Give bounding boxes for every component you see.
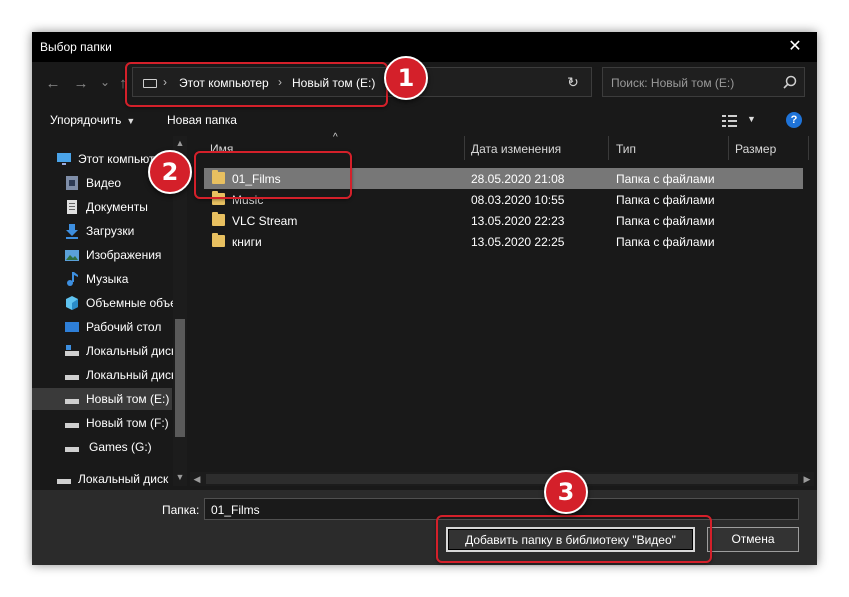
sidebar-item-label: Games (G:) — [89, 440, 152, 454]
sidebar-item-new-volume-f[interactable]: Новый том (F:) — [32, 412, 172, 434]
file-name: книги — [232, 235, 262, 249]
drive-icon — [64, 415, 80, 431]
sidebar-item-label: Локальный диск — [78, 472, 169, 486]
folder-label: Папка: — [162, 503, 200, 517]
music-icon — [64, 271, 80, 287]
folder-icon — [212, 233, 225, 247]
file-type: Папка с файлами — [616, 214, 715, 228]
forward-icon[interactable]: → — [70, 74, 92, 94]
sidebar-item-label: Локальный диск — [86, 344, 177, 358]
sidebar-item-label: Объемные объекты — [86, 296, 187, 310]
new-folder-button[interactable]: Новая папка — [167, 113, 237, 127]
sidebar-item-label: Локальный диск — [86, 368, 177, 382]
sidebar-item-network-disk[interactable]: Локальный диск — [32, 468, 172, 486]
sidebar-item-label: Новый том (E:) — [86, 392, 170, 406]
sidebar-item-3d-objects[interactable]: Объемные объекты — [32, 292, 187, 314]
annotation-badge-2: 2 — [148, 150, 192, 194]
file-type: Папка с файлами — [616, 235, 715, 249]
horizontal-scrollbar[interactable]: ◀ ▶ — [190, 472, 814, 486]
title-bar: Выбор папки ✕ — [32, 32, 817, 62]
folder-name-value: 01_Films — [211, 503, 260, 517]
documents-icon — [64, 199, 80, 215]
view-dropdown-icon[interactable]: ▼ — [747, 114, 756, 124]
drive-icon — [64, 343, 80, 359]
sidebar-item-pictures[interactable]: Изображения — [32, 244, 172, 266]
back-icon[interactable]: ← — [42, 74, 64, 94]
sidebar-item-label: Музыка — [86, 272, 129, 286]
downloads-icon — [64, 223, 80, 239]
folder-icon — [212, 212, 225, 226]
annotation-highlight-address — [125, 62, 388, 107]
column-divider[interactable] — [808, 136, 809, 160]
scroll-down-icon[interactable]: ▼ — [173, 472, 187, 482]
desktop-icon — [64, 319, 80, 335]
cancel-button[interactable]: Отмена — [707, 527, 799, 552]
horizontal-scroll-thumb[interactable] — [206, 474, 798, 484]
search-placeholder[interactable]: Поиск: Новый том (E:) — [611, 76, 734, 90]
refresh-icon[interactable]: ↻ — [562, 71, 584, 93]
sidebar-item-label: Видео — [86, 176, 122, 190]
column-header-type[interactable]: Тип — [616, 142, 636, 166]
column-header-date[interactable]: Дата изменения — [471, 142, 561, 166]
sidebar-item-games-g[interactable]: Games (G:) — [32, 436, 172, 458]
drive-icon — [56, 471, 72, 486]
search-icon[interactable] — [782, 74, 798, 90]
sidebar-item-label: Новый том (F:) — [86, 416, 169, 430]
file-name: VLC Stream — [232, 214, 298, 228]
annotation-highlight-folder — [194, 151, 352, 199]
pictures-icon — [64, 247, 80, 263]
search-box[interactable]: Поиск: Новый том (E:) — [602, 67, 805, 97]
file-type: Папка с файлами — [616, 172, 715, 186]
sidebar-item-music[interactable]: Музыка — [32, 268, 172, 290]
file-type: Папка с файлами — [616, 193, 715, 207]
help-icon[interactable]: ? — [786, 112, 802, 128]
column-divider[interactable] — [608, 136, 609, 160]
file-date: 08.03.2020 10:55 — [471, 193, 565, 207]
window-title: Выбор папки — [40, 40, 112, 54]
annotation-badge-3: 3 — [544, 470, 588, 514]
sidebar-item-documents[interactable]: Документы — [32, 196, 172, 218]
chevron-down-icon: ▼ — [126, 116, 136, 126]
column-header-size[interactable]: Размер — [735, 142, 776, 166]
sidebar-item-label: Рабочий стол — [86, 320, 162, 334]
3d-objects-icon — [64, 295, 80, 311]
file-date: 13.05.2020 22:23 — [471, 214, 565, 228]
sidebar-item-local-disk-d[interactable]: Локальный диск — [32, 364, 176, 386]
file-row-knigi[interactable]: книги 13.05.2020 22:25 Папка с файлами — [204, 231, 803, 252]
scroll-right-icon[interactable]: ▶ — [800, 472, 814, 486]
drive-icon — [64, 367, 80, 383]
sidebar-item-label: Документы — [86, 200, 148, 214]
organize-button[interactable]: Упорядочить ▼ — [50, 113, 135, 127]
command-toolbar: Упорядочить ▼ Новая папка — [32, 108, 817, 134]
column-divider[interactable] — [464, 136, 465, 160]
drive-icon — [64, 391, 80, 407]
sidebar-item-downloads[interactable]: Загрузки — [32, 220, 172, 242]
scroll-up-icon[interactable]: ▲ — [173, 138, 187, 148]
annotation-badge-1: 1 — [384, 56, 428, 100]
video-icon — [64, 175, 80, 191]
column-divider[interactable] — [728, 136, 729, 160]
drive-icon — [64, 439, 80, 455]
sidebar-item-label: Загрузки — [86, 224, 135, 238]
sidebar-item-local-disk-c[interactable]: Локальный диск — [32, 340, 176, 362]
computer-icon — [56, 151, 72, 167]
file-date: 28.05.2020 21:08 — [471, 172, 565, 186]
sidebar-item-label: Изображения — [86, 248, 162, 262]
sidebar-item-desktop[interactable]: Рабочий стол — [32, 316, 172, 338]
file-row-vlc-stream[interactable]: VLC Stream 13.05.2020 22:23 Папка с файл… — [204, 210, 803, 231]
view-options-icon[interactable] — [722, 114, 742, 128]
close-button[interactable]: ✕ — [773, 32, 817, 62]
sidebar-scroll-thumb[interactable] — [175, 319, 185, 437]
annotation-highlight-add-button — [436, 515, 712, 563]
scroll-left-icon[interactable]: ◀ — [190, 472, 204, 486]
folder-picker-dialog: Выбор папки ✕ ← → ⌄ ↑ › Этот компьютер ›… — [32, 32, 817, 565]
sidebar-item-new-volume-e[interactable]: Новый том (E:) — [32, 388, 172, 410]
organize-label: Упорядочить — [50, 113, 122, 127]
file-date: 13.05.2020 22:25 — [471, 235, 565, 249]
